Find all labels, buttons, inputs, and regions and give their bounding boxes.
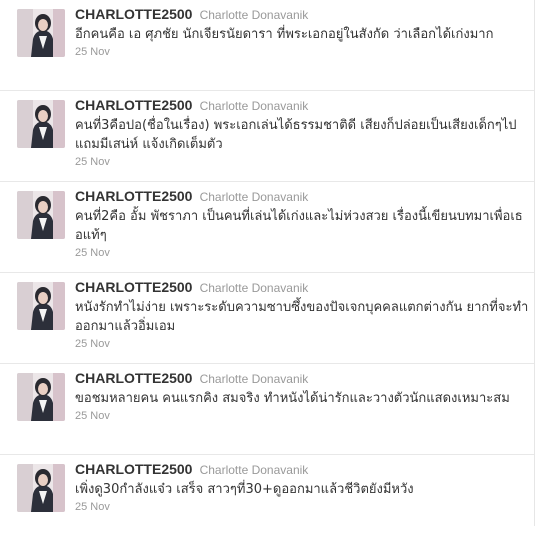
tweet-header: CHARLOTTE2500 Charlotte Donavanik: [75, 187, 529, 206]
tweet-content: CHARLOTTE2500 Charlotte Donavanik คนที่3…: [75, 96, 529, 169]
screen-name-link[interactable]: CHARLOTTE2500: [75, 188, 192, 204]
avatar[interactable]: [17, 464, 65, 512]
screen-name-link[interactable]: CHARLOTTE2500: [75, 97, 192, 113]
screen-name-link[interactable]: CHARLOTTE2500: [75, 370, 192, 386]
tweet-content: CHARLOTTE2500 Charlotte Donavanik หนังรั…: [75, 278, 529, 351]
screen-name-link[interactable]: CHARLOTTE2500: [75, 279, 192, 295]
tweet-text: เพิ่งดู30กำลังแจ๋ว เสร็จ สาวๆที่30+ดูออก…: [75, 482, 414, 497]
full-name-link[interactable]: Charlotte Donavanik: [200, 8, 309, 22]
avatar[interactable]: [17, 9, 65, 57]
tweet-text: อีกคนคือ เอ ศุภชัย นักเจียรนัยดารา ที่พร…: [75, 27, 494, 42]
tweet-item[interactable]: CHARLOTTE2500 Charlotte Donavanik คนที่2…: [0, 182, 535, 273]
avatar[interactable]: [17, 100, 65, 148]
screen-name-link[interactable]: CHARLOTTE2500: [75, 461, 192, 477]
tweet-header: CHARLOTTE2500 Charlotte Donavanik: [75, 5, 529, 24]
full-name-link[interactable]: Charlotte Donavanik: [200, 99, 309, 113]
tweet-text: คนที่3คือปอ(ชื่อในเรื่อง) พระเอกเล่นได้ธ…: [75, 118, 517, 152]
timestamp-link[interactable]: 25 Nov: [75, 246, 529, 260]
tweet-item[interactable]: CHARLOTTE2500 Charlotte Donavanik เพิ่งด…: [0, 455, 535, 546]
tweet-text: คนที่2คือ อั้ม พัชราภา เป็นคนที่เล่นได้เ…: [75, 209, 523, 243]
full-name-link[interactable]: Charlotte Donavanik: [200, 463, 309, 477]
avatar-photo-icon: [17, 464, 65, 512]
tweet-content: CHARLOTTE2500 Charlotte Donavanik อีกคนค…: [75, 5, 529, 59]
tweet-header: CHARLOTTE2500 Charlotte Donavanik: [75, 369, 529, 388]
avatar[interactable]: [17, 191, 65, 239]
screen-name-link[interactable]: CHARLOTTE2500: [75, 6, 192, 22]
tweet-header: CHARLOTTE2500 Charlotte Donavanik: [75, 278, 529, 297]
avatar[interactable]: [17, 373, 65, 421]
timestamp-link[interactable]: 25 Nov: [75, 337, 529, 351]
avatar-photo-icon: [17, 282, 65, 330]
tweet-item[interactable]: CHARLOTTE2500 Charlotte Donavanik อีกคนค…: [0, 0, 535, 91]
full-name-link[interactable]: Charlotte Donavanik: [200, 281, 309, 295]
full-name-link[interactable]: Charlotte Donavanik: [200, 190, 309, 204]
tweet-content: CHARLOTTE2500 Charlotte Donavanik คนที่2…: [75, 187, 529, 260]
tweet-content: CHARLOTTE2500 Charlotte Donavanik ขอชมหล…: [75, 369, 529, 423]
tweet-header: CHARLOTTE2500 Charlotte Donavanik: [75, 460, 529, 479]
avatar-photo-icon: [17, 373, 65, 421]
tweet-item[interactable]: CHARLOTTE2500 Charlotte Donavanik คนที่3…: [0, 91, 535, 182]
timestamp-link[interactable]: 25 Nov: [75, 155, 529, 169]
avatar-photo-icon: [17, 9, 65, 57]
tweet-text: ขอชมหลายคน คนแรกคิง สมจริง ทำหนังได้น่าร…: [75, 391, 510, 406]
tweet-item[interactable]: CHARLOTTE2500 Charlotte Donavanik หนังรั…: [0, 273, 535, 364]
tweet-content: CHARLOTTE2500 Charlotte Donavanik เพิ่งด…: [75, 460, 529, 514]
timestamp-link[interactable]: 25 Nov: [75, 409, 529, 423]
tweet-item[interactable]: CHARLOTTE2500 Charlotte Donavanik ขอชมหล…: [0, 364, 535, 455]
tweet-feed: CHARLOTTE2500 Charlotte Donavanik อีกคนค…: [0, 0, 535, 546]
avatar-photo-icon: [17, 100, 65, 148]
timestamp-link[interactable]: 25 Nov: [75, 45, 529, 59]
full-name-link[interactable]: Charlotte Donavanik: [200, 372, 309, 386]
timestamp-link[interactable]: 25 Nov: [75, 500, 529, 514]
tweet-header: CHARLOTTE2500 Charlotte Donavanik: [75, 96, 529, 115]
avatar[interactable]: [17, 282, 65, 330]
tweet-text: หนังรักทำไม่ง่าย เพราะระดับความซาบซึ้งขอ…: [75, 300, 529, 334]
avatar-photo-icon: [17, 191, 65, 239]
